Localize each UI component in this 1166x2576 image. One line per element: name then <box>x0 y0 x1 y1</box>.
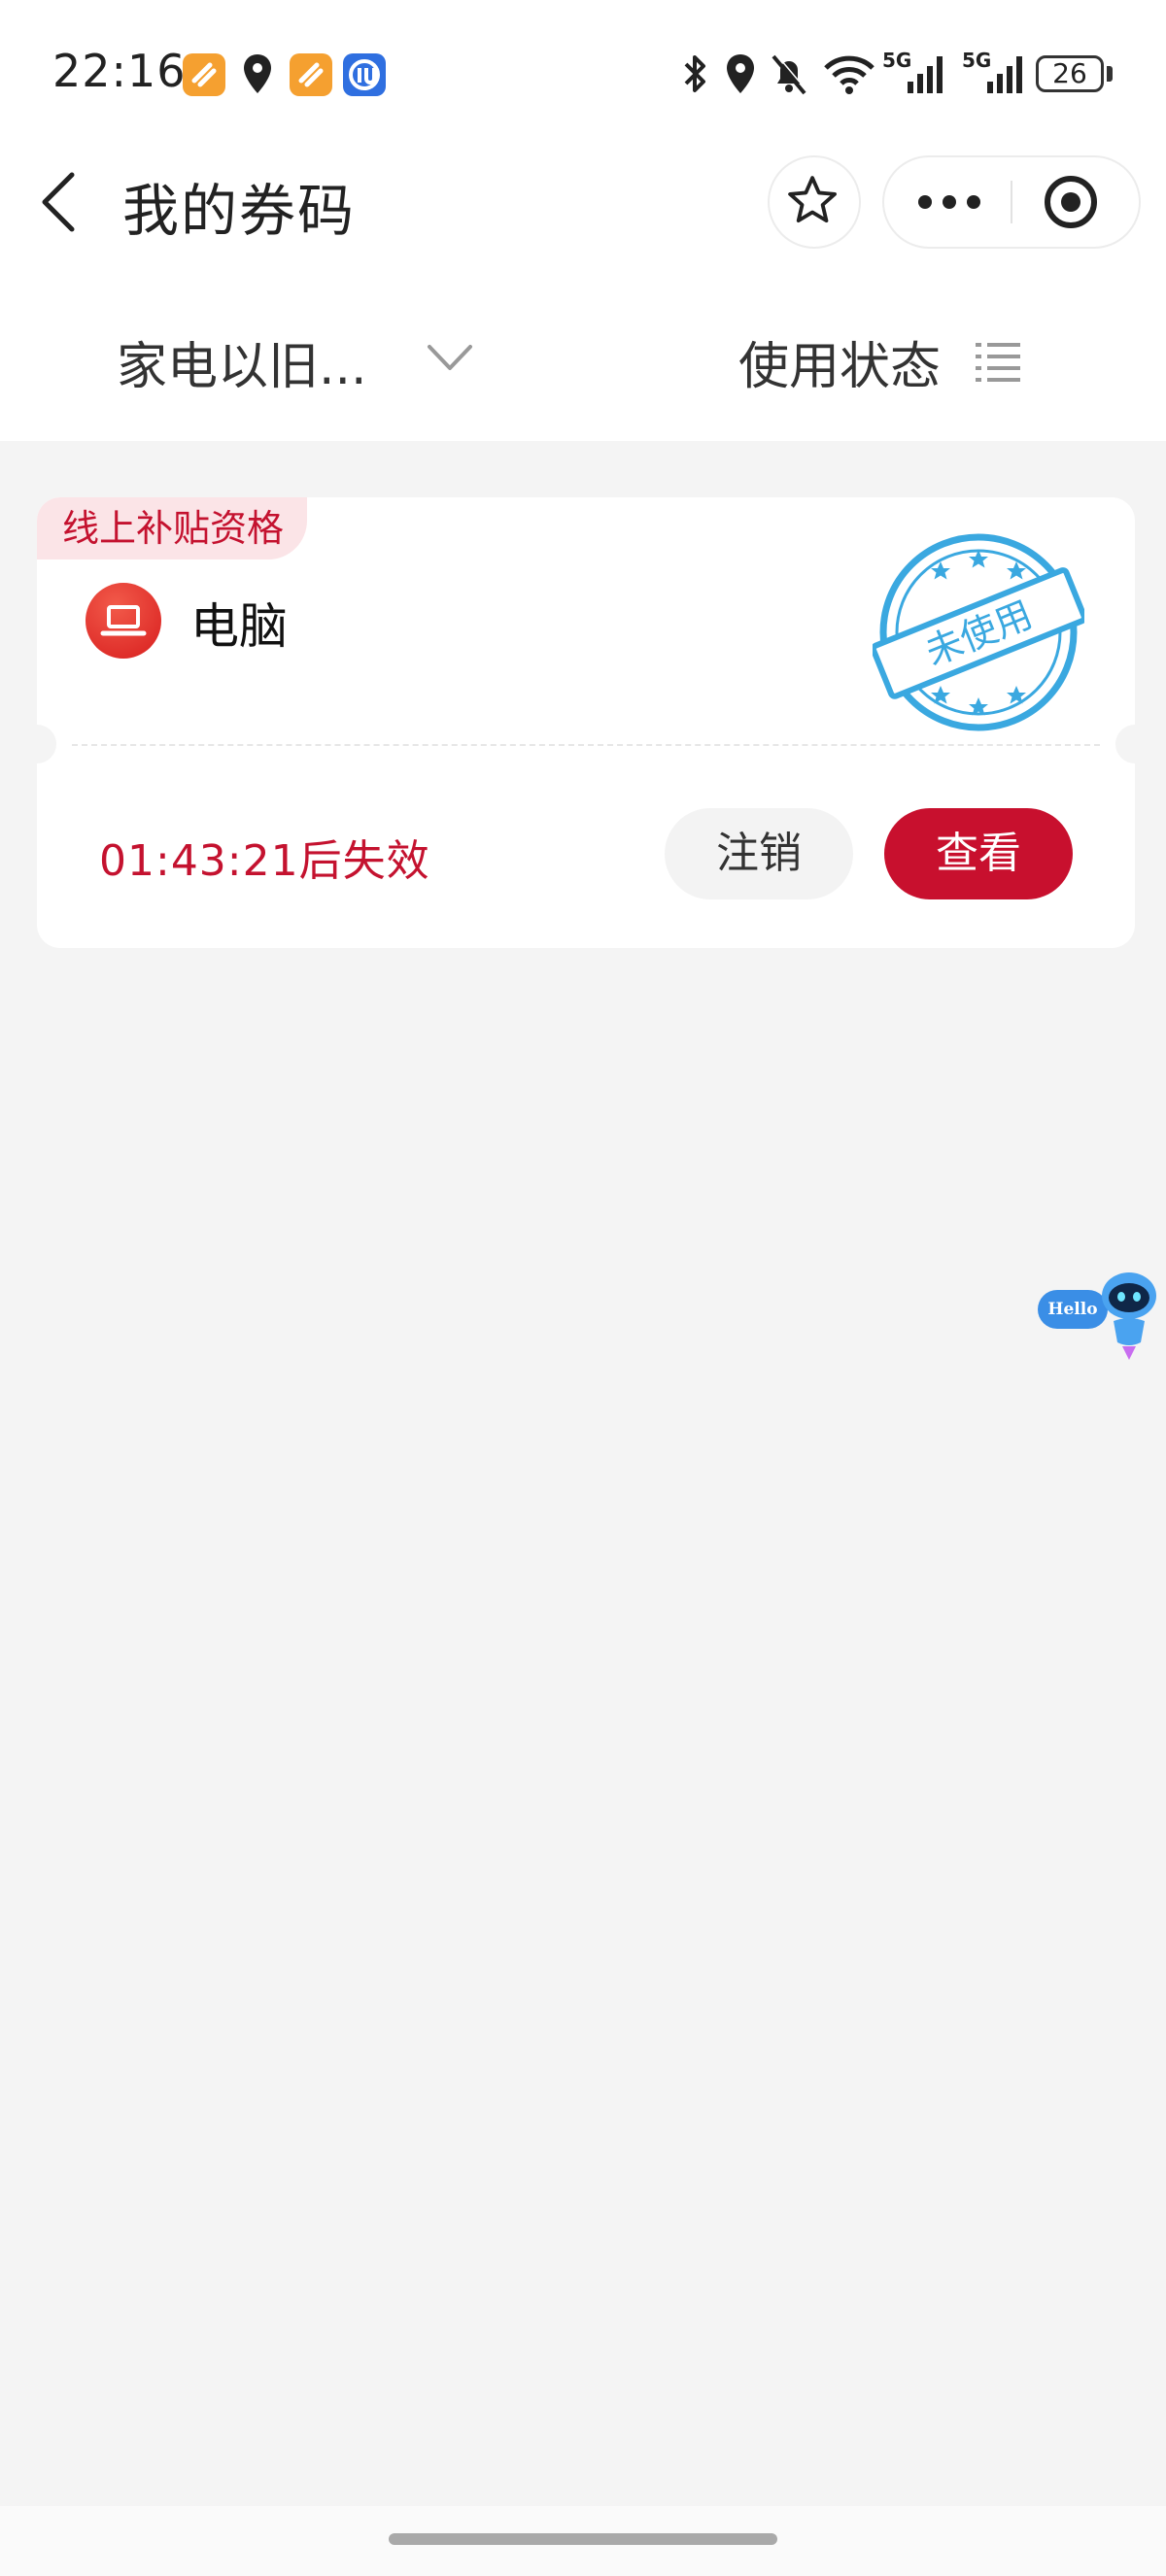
app-blue-icon <box>343 53 386 96</box>
chevron-down-icon <box>428 345 472 370</box>
assistant-float-button[interactable]: Hello <box>1034 1263 1160 1368</box>
wifi-icon <box>822 51 876 97</box>
card-notch-right <box>1115 725 1135 763</box>
status-time: 22:16 <box>52 45 187 97</box>
laptop-icon <box>86 583 161 659</box>
category-filter-label: 家电以旧... <box>117 338 367 396</box>
mini-program-capsule <box>882 155 1141 249</box>
expiry-countdown: 01:43:21后失效 <box>99 836 430 886</box>
robot-icon <box>1102 1272 1156 1360</box>
back-arrow-icon <box>42 172 75 232</box>
more-button[interactable] <box>884 157 1011 247</box>
status-filter-label: 使用状态 <box>738 338 942 396</box>
bell-muted-icon <box>768 51 810 97</box>
unused-stamp-icon: 未使用 <box>873 533 1084 731</box>
home-indicator[interactable] <box>389 2533 777 2545</box>
location-icon <box>241 51 274 97</box>
card-divider <box>72 744 1100 746</box>
view-button[interactable]: 查看 <box>884 808 1073 899</box>
category-filter[interactable]: 家电以旧... <box>117 325 486 396</box>
status-filter[interactable]: 使用状态 <box>738 325 1049 396</box>
app-orange-icon <box>183 53 225 96</box>
coupon-type-tag: 线上补贴资格 <box>37 497 308 559</box>
signal-icon <box>983 51 1030 97</box>
battery-tip <box>1107 66 1113 82</box>
cancel-button[interactable]: 注销 <box>665 808 853 899</box>
battery-icon: 26 <box>1036 55 1104 92</box>
list-icon <box>976 343 1020 382</box>
more-dots-icon <box>918 195 980 209</box>
target-icon <box>1045 176 1097 228</box>
card-notch-left <box>37 725 56 763</box>
page-title: 我的券码 <box>122 178 357 244</box>
back-button[interactable] <box>35 167 84 237</box>
close-miniprogram-button[interactable] <box>1012 157 1139 247</box>
bluetooth-icon <box>678 51 711 97</box>
coupon-category: 电脑 <box>190 598 288 655</box>
coupon-card[interactable]: 线上补贴资格 电脑 未使用 01:43:21后失效 注销 查看 <box>37 497 1135 948</box>
location-icon <box>724 51 757 97</box>
status-bar: 22:16 5G 5G 26 <box>0 0 1166 146</box>
star-icon <box>788 176 837 223</box>
signal-icon <box>904 51 950 97</box>
favorite-button[interactable] <box>768 155 861 249</box>
app-orange-icon <box>290 53 332 96</box>
